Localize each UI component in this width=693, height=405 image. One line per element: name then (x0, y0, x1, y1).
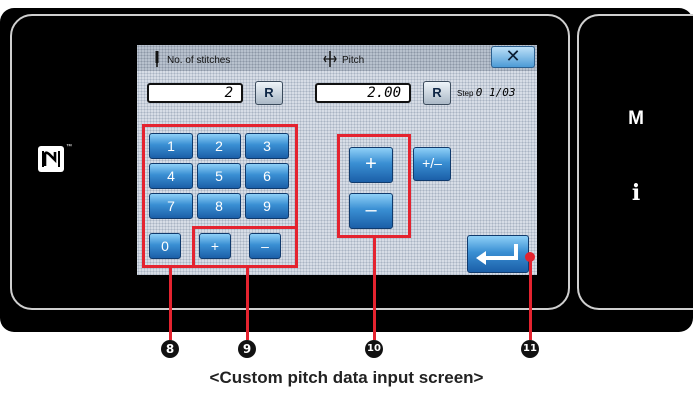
side-panel (577, 14, 693, 310)
step-indicator: Step 0 1/03 (457, 86, 515, 99)
enter-marker-dot (525, 252, 535, 262)
nfc-icon[interactable] (38, 146, 64, 172)
pitch-label: Pitch (342, 55, 365, 66)
leader-line-9 (246, 268, 249, 340)
enter-button[interactable] (467, 235, 529, 273)
enter-icon (476, 244, 518, 265)
leader-line-11 (529, 257, 532, 340)
step-label: Step (457, 89, 474, 98)
sign-toggle-button[interactable]: +/– (413, 147, 451, 181)
stitches-reset-button[interactable]: R (255, 81, 283, 105)
pitch-reset-button[interactable]: R (423, 81, 451, 105)
stitches-label: No. of stitches (167, 55, 231, 66)
close-icon: ✕ (505, 46, 521, 66)
pitch-icon (323, 51, 337, 67)
sign-keys-highlight (192, 226, 298, 268)
info-button[interactable]: i (606, 180, 666, 206)
m-button[interactable]: M (606, 108, 666, 130)
leader-line-10 (373, 238, 376, 340)
leader-line-8 (169, 268, 172, 340)
trademark-mark: ™ (66, 144, 72, 150)
needle-icon (155, 51, 159, 67)
pitch-keys-highlight (337, 134, 411, 238)
step-value: 0 1/03 (475, 86, 516, 99)
callout-8: 8 (161, 340, 179, 358)
stitches-field[interactable]: 2 (147, 83, 243, 103)
pitch-field[interactable]: 2.00 (315, 83, 411, 103)
callout-11: 11 (521, 340, 539, 358)
close-button[interactable]: ✕ (491, 46, 535, 68)
callout-10: 10 (365, 340, 383, 358)
figure-caption: <Custom pitch data input screen> (209, 368, 484, 387)
callout-9: 9 (238, 340, 256, 358)
